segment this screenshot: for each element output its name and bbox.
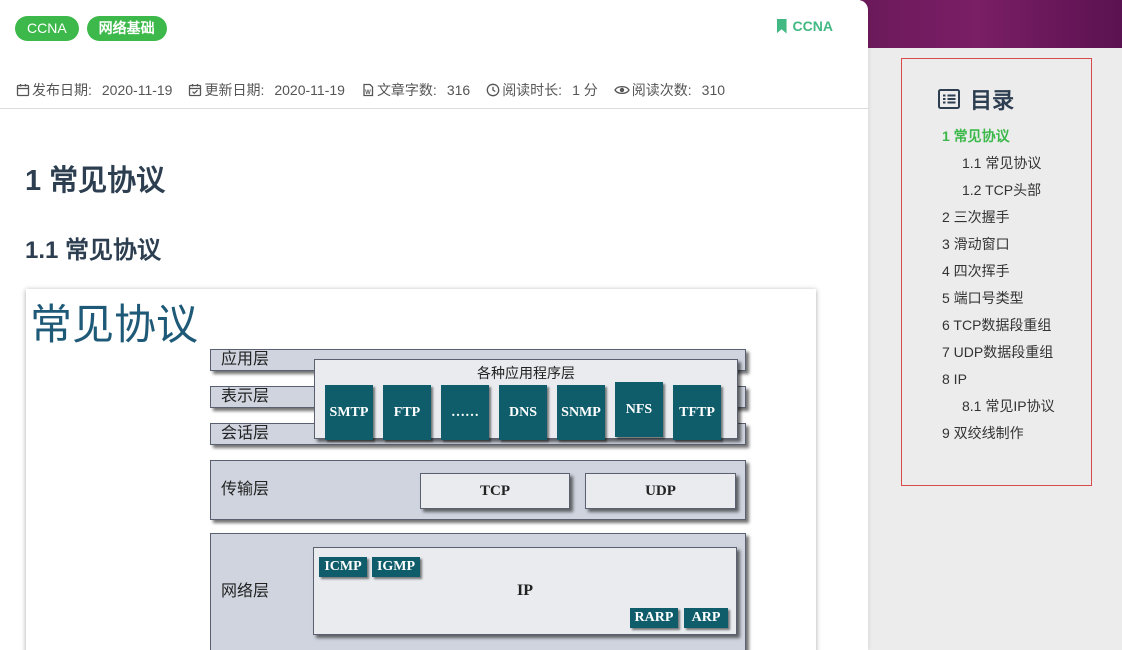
- meta-divider: [0, 108, 868, 109]
- toc-item[interactable]: 1.1 常见协议: [942, 153, 1055, 180]
- meta-update-date: 更新日期: 2020-11-19: [188, 80, 345, 100]
- protocol-igmp: IGMP: [372, 557, 420, 577]
- category-label: CCNA: [792, 18, 833, 34]
- list-icon: [938, 89, 960, 109]
- protocol-dns: DNS: [499, 385, 547, 440]
- protocol-diagram-image: 常见协议 应用层 表示层 会话层 各种应用程序层 SMTP FTP …… DNS…: [26, 289, 816, 650]
- toc-header: 目录: [938, 83, 1014, 115]
- protocol-nfs: NFS: [615, 382, 663, 437]
- toc-item[interactable]: 7 UDP数据段重组: [942, 342, 1055, 369]
- table-of-contents: 目录 1 常见协议 1.1 常见协议 1.2 TCP头部 2 三次握手 3 滑动窗口 4 …: [901, 58, 1092, 486]
- heading-1-1: 1.1 常见协议: [25, 237, 162, 264]
- toc-title: 目录: [970, 88, 1015, 113]
- protocol-tftp: TFTP: [673, 385, 721, 440]
- category-link[interactable]: CCNA: [776, 18, 833, 34]
- toc-item[interactable]: 5 端口号类型: [942, 288, 1055, 315]
- protocol-tcp: TCP: [420, 473, 570, 509]
- toc-item[interactable]: 1.2 TCP头部: [942, 180, 1055, 207]
- meta-read-time: 阅读时长: 1 分: [486, 80, 598, 100]
- eye-icon: [614, 85, 630, 95]
- protocol-ftp: FTP: [383, 385, 431, 440]
- header-banner: [860, 0, 1122, 48]
- clock-icon: [486, 83, 500, 97]
- toc-list: 1 常见协议 1.1 常见协议 1.2 TCP头部 2 三次握手 3 滑动窗口 4 四次挥…: [942, 126, 1055, 450]
- tag-network-basics[interactable]: 网络基础: [86, 16, 167, 41]
- meta-word-count: W 文章字数: 316: [361, 80, 470, 100]
- app-box-title: 各种应用程序层: [477, 367, 575, 382]
- word-doc-icon: W: [363, 83, 374, 97]
- toc-item[interactable]: 8.1 常见IP协议: [942, 396, 1055, 423]
- heading-1: 1 常见协议: [25, 165, 166, 197]
- bookmark-icon: [776, 18, 787, 34]
- ip-box: ICMP IGMP IP RARP ARP: [313, 547, 737, 635]
- protocol-snmp: SNMP: [557, 385, 605, 440]
- protocol-icmp: ICMP: [319, 557, 367, 577]
- svg-text:W: W: [365, 90, 371, 96]
- toc-item[interactable]: 2 三次握手: [942, 207, 1055, 234]
- toc-item[interactable]: 4 四次挥手: [942, 261, 1055, 288]
- protocol-udp: UDP: [585, 473, 736, 509]
- toc-item[interactable]: 1 常见协议: [942, 126, 1055, 153]
- app-protocol-box: 各种应用程序层 SMTP FTP …… DNS SNMP NFS TFTP: [314, 359, 738, 440]
- post-meta: 发布日期: 2020-11-19 更新日期: 2020-11-19 W 文章字数: 3…: [16, 80, 725, 100]
- toc-item[interactable]: 8 IP: [942, 369, 1055, 396]
- protocol-ellipsis: ……: [441, 385, 489, 440]
- meta-publish-date: 发布日期: 2020-11-19: [16, 80, 172, 100]
- article-card: CCNA 网络基础 CCNA 发布日期: 2020-11-19 更新日期: 2020…: [0, 0, 868, 650]
- meta-view-count: 阅读次数: 310: [614, 80, 725, 100]
- toc-item[interactable]: 3 滑动窗口: [942, 234, 1055, 261]
- tag-list: CCNA 网络基础: [15, 16, 167, 41]
- protocol-ip: IP: [517, 582, 533, 599]
- protocol-arp: ARP: [684, 608, 728, 628]
- protocol-rarp: RARP: [630, 608, 678, 628]
- tag-ccna[interactable]: CCNA: [15, 16, 79, 41]
- calendar-icon: [16, 84, 30, 97]
- protocol-smtp: SMTP: [325, 385, 373, 440]
- calendar-check-icon: [189, 84, 202, 97]
- diagram-title: 常见协议: [30, 301, 199, 348]
- toc-item[interactable]: 6 TCP数据段重组: [942, 315, 1055, 342]
- toc-item[interactable]: 9 双绞线制作: [942, 423, 1055, 450]
